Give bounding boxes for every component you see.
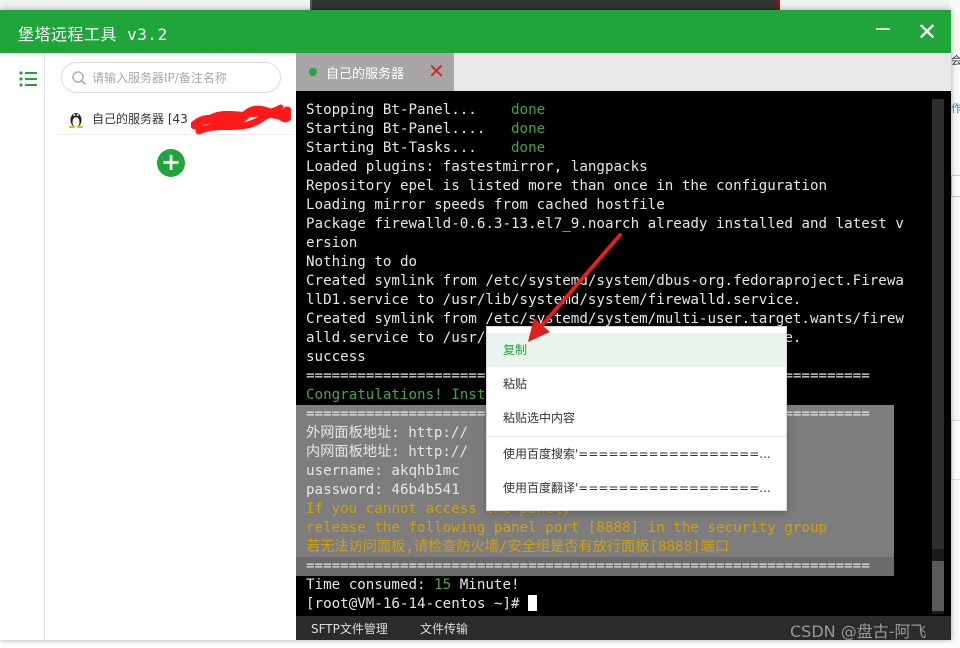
terminal-line-suffix: done bbox=[485, 121, 546, 137]
context-menu-paste[interactable]: 粘贴 bbox=[487, 367, 786, 401]
tab-strip: 自己的服务器 ✕ bbox=[296, 53, 951, 91]
terminal-line-text: 若无法访问面板,请检查防火墙/安全组是否有放行面板[8888]端口 bbox=[306, 539, 730, 555]
terminal-line: Loaded plugins: fastestmirror, langpacks bbox=[306, 158, 926, 177]
connection-status-dot bbox=[309, 68, 317, 76]
list-menu-icon[interactable] bbox=[15, 69, 43, 89]
search-input[interactable] bbox=[92, 67, 272, 89]
terminal-line-text: Starting Bt-Panel.... bbox=[306, 121, 486, 137]
context-menu: 复制 粘贴 粘贴选中内容 使用百度搜索'==================..… bbox=[486, 326, 787, 511]
terminal-line-text: Created symlink from /etc/systemd/system… bbox=[306, 273, 904, 289]
terminal-scrollbar-thumb[interactable] bbox=[932, 561, 944, 611]
terminal-line-suffix: done bbox=[476, 140, 546, 156]
minimize-button[interactable]: − bbox=[868, 18, 898, 46]
app-title: 堡塔远程工具 v3.2 bbox=[18, 25, 168, 44]
terminal-line: ersion bbox=[306, 234, 926, 253]
close-button[interactable]: ✕ bbox=[912, 18, 942, 46]
terminal-line-highlight: 15 bbox=[434, 577, 452, 593]
terminal-line: Package firewalld-0.6.3-13.el7_9.noarch … bbox=[306, 215, 926, 234]
app-window: 堡塔远程工具 v3.2 − ✕ 自己的服务器 [43 bbox=[0, 10, 951, 640]
terminal-line-text: Loading mirror speeds from cached hostfi… bbox=[306, 197, 665, 213]
terminal-line-text: release the following panel port [8888] … bbox=[306, 520, 828, 536]
terminal-line: Loading mirror speeds from cached hostfi… bbox=[306, 196, 926, 215]
background-page-right bbox=[950, 0, 960, 648]
terminal-line: Starting Bt-Tasks... done bbox=[306, 139, 926, 158]
tab-close-icon[interactable]: ✕ bbox=[428, 59, 445, 83]
terminal-line-text: Nothing to do bbox=[306, 254, 418, 270]
terminal-line-text: Created symlink from /etc/systemd/system… bbox=[306, 311, 904, 327]
terminal-line: llD1.service to /usr/lib/systemd/system/… bbox=[306, 291, 926, 310]
server-list-panel: 自己的服务器 [43 + bbox=[45, 53, 296, 640]
terminal-line: Nothing to do bbox=[306, 253, 926, 272]
terminal-line-text: Stopping Bt-Panel... bbox=[306, 102, 477, 118]
sftp-file-manager-button[interactable]: SFTP文件管理 bbox=[311, 620, 388, 637]
background-text-fragment: 作 bbox=[951, 102, 960, 115]
terminal-line: release the following panel port [8888] … bbox=[296, 519, 894, 538]
icon-rail bbox=[0, 53, 45, 640]
terminal-line: Created symlink from /etc/systemd/system… bbox=[306, 272, 926, 291]
terminal-line-text: password: 46b4b541 bbox=[306, 482, 460, 498]
terminal-cursor bbox=[528, 595, 538, 611]
context-menu-baidu-translate[interactable]: 使用百度翻译'==================... bbox=[487, 471, 786, 505]
server-list-item[interactable]: 自己的服务器 [43 bbox=[55, 101, 295, 135]
terminal-line-text: ========================================… bbox=[306, 558, 870, 574]
search-box[interactable] bbox=[61, 62, 281, 93]
terminal-line: Stopping Bt-Panel... done bbox=[306, 101, 926, 120]
linux-tux-icon bbox=[69, 113, 83, 128]
terminal-line: Repository epel is listed more than once… bbox=[306, 177, 926, 196]
terminal-scrollbar-track-upper[interactable] bbox=[932, 99, 944, 549]
terminal-line-text: 外网面板地址: http:// bbox=[306, 425, 468, 441]
title-bar[interactable]: 堡塔远程工具 v3.2 − ✕ bbox=[0, 10, 951, 53]
background-box bbox=[951, 175, 960, 197]
context-menu-paste-selection[interactable]: 粘贴选中内容 bbox=[487, 401, 786, 435]
add-server-button[interactable]: + bbox=[157, 149, 185, 177]
redaction-scribble bbox=[191, 104, 291, 135]
terminal-line-suffix: done bbox=[476, 102, 546, 118]
server-item-label: 自己的服务器 [43 bbox=[92, 112, 188, 126]
terminal-line: Time consumed: 15 Minute! bbox=[306, 576, 926, 595]
terminal-line-text: llD1.service to /usr/lib/systemd/system/… bbox=[306, 292, 802, 308]
terminal-line-text: ersion bbox=[306, 235, 358, 251]
context-menu-copy[interactable]: 复制 bbox=[487, 333, 786, 367]
terminal-line-text: username: akqhb1mc bbox=[306, 463, 460, 479]
background-box bbox=[951, 420, 960, 480]
terminal-line-text: success bbox=[306, 349, 366, 365]
terminal-line-text: Time consumed: bbox=[306, 577, 435, 593]
tab-server[interactable]: 自己的服务器 ✕ bbox=[296, 53, 454, 91]
terminal-line-text: Repository epel is listed more than once… bbox=[306, 178, 828, 194]
terminal-line-text: Package firewalld-0.6.3-13.el7_9.noarch … bbox=[306, 216, 904, 232]
terminal-line: Starting Bt-Panel.... done bbox=[306, 120, 926, 139]
terminal-line-text: 内网面板地址: http:// bbox=[306, 444, 468, 460]
background-text-fragment: 会 bbox=[951, 54, 960, 67]
terminal-line-text: [root@VM-16-14-centos ~]# bbox=[306, 596, 529, 612]
tab-label: 自己的服务器 bbox=[326, 67, 405, 82]
file-transfer-button[interactable]: 文件传输 bbox=[420, 620, 468, 637]
background-window-strip bbox=[310, 0, 780, 10]
terminal-line: 若无法访问面板,请检查防火墙/安全组是否有放行面板[8888]端口 bbox=[296, 538, 894, 557]
watermark: CSDN @盘古-阿飞 bbox=[790, 622, 927, 641]
terminal-line-suffix: Minute! bbox=[451, 577, 520, 593]
search-icon bbox=[72, 71, 87, 86]
context-menu-baidu-search[interactable]: 使用百度搜索'==================... bbox=[487, 437, 786, 471]
terminal-line: ========================================… bbox=[296, 557, 894, 576]
terminal-line-text: Starting Bt-Tasks... bbox=[306, 140, 477, 156]
terminal-line: [root@VM-16-14-centos ~]# bbox=[306, 595, 926, 614]
terminal-line-text: Loaded plugins: fastestmirror, langpacks bbox=[306, 159, 648, 175]
